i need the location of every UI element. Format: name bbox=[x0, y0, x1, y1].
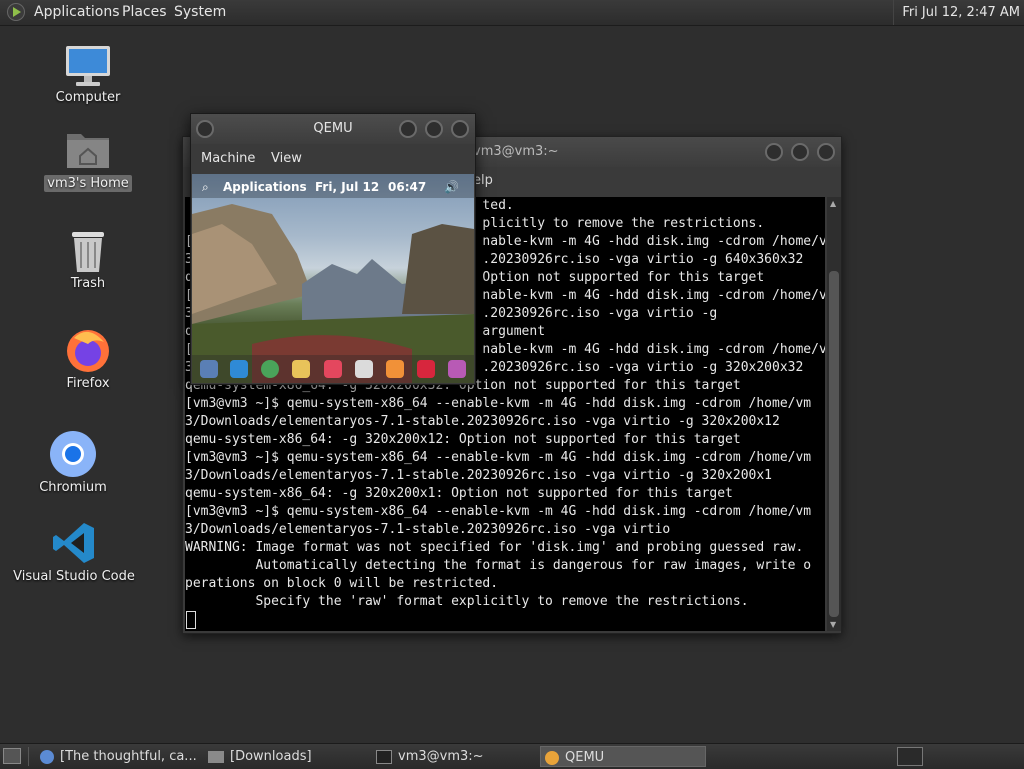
folder-icon bbox=[208, 750, 224, 763]
clock[interactable]: Fri Jul 12, 2:47 AM bbox=[893, 0, 1020, 25]
menu-view[interactable]: View bbox=[271, 151, 302, 166]
desktop-icon-vscode[interactable]: Visual Studio Code bbox=[9, 521, 139, 584]
desktop-icon-computer[interactable]: Computer bbox=[23, 44, 153, 105]
search-icon[interactable]: ⌕ bbox=[202, 180, 209, 195]
desktop-icon-label: Trash bbox=[70, 276, 106, 291]
distro-logo-icon[interactable] bbox=[7, 3, 25, 21]
guest-dock bbox=[192, 355, 474, 383]
desktop-icon-trash[interactable]: Trash bbox=[23, 228, 153, 291]
taskbar-item-downloads[interactable]: [Downloads] bbox=[204, 746, 368, 767]
desktop-icon-label: Chromium bbox=[39, 480, 107, 495]
tasks-icon[interactable] bbox=[324, 360, 342, 378]
terminal-icon bbox=[376, 749, 392, 764]
taskbar-item-qemu[interactable]: QEMU bbox=[540, 746, 706, 767]
qemu-icon bbox=[545, 750, 559, 765]
calendar-icon[interactable] bbox=[355, 360, 373, 378]
guest-time[interactable]: 06:47 bbox=[388, 180, 426, 194]
vscode-icon bbox=[52, 521, 96, 565]
workspace-switcher[interactable] bbox=[897, 747, 923, 766]
multitasking-icon[interactable] bbox=[200, 360, 218, 378]
close-button[interactable] bbox=[817, 143, 835, 161]
guest-wallpaper bbox=[192, 174, 474, 383]
desktop-icon-label: Firefox bbox=[66, 376, 110, 391]
desktop-icon-chromium[interactable]: Chromium bbox=[8, 430, 138, 495]
maximize-button[interactable] bbox=[425, 120, 443, 138]
terminal-scrollbar[interactable]: ▲ ▼ bbox=[827, 197, 841, 631]
videos-icon[interactable] bbox=[417, 360, 435, 378]
trash-icon bbox=[68, 228, 108, 274]
files-icon[interactable] bbox=[230, 360, 248, 378]
taskbar-item-label: [Downloads] bbox=[230, 749, 312, 764]
qemu-menubar: Machine View bbox=[191, 144, 475, 174]
menu-machine[interactable]: Machine bbox=[201, 151, 255, 166]
music-icon[interactable] bbox=[386, 360, 404, 378]
guest-panel: ⌕ Applications Fri, Jul 12 06:47 🔊 bbox=[192, 174, 474, 198]
qemu-window[interactable]: QEMU Machine View ⌕ Applications Fri, Ju… bbox=[190, 113, 476, 385]
taskbar-item-label: vm3@vm3:~ bbox=[398, 749, 484, 764]
taskbar-item-terminal[interactable]: vm3@vm3:~ bbox=[372, 746, 536, 767]
guest-display[interactable]: ⌕ Applications Fri, Jul 12 06:47 🔊 bbox=[192, 174, 474, 383]
taskbar-item-label: [The thoughtful, ca... bbox=[60, 749, 197, 764]
computer-icon bbox=[64, 44, 112, 90]
desktop-icon-firefox[interactable]: Firefox bbox=[23, 326, 153, 391]
guest-date[interactable]: Fri, Jul 12 bbox=[315, 180, 379, 194]
desktop-icon-label: vm3's Home bbox=[44, 175, 132, 192]
taskbar-item-browser[interactable]: [The thoughtful, ca... bbox=[36, 746, 200, 767]
minimize-button[interactable] bbox=[399, 120, 417, 138]
home-folder-icon bbox=[65, 128, 111, 170]
guest-applications[interactable]: Applications bbox=[223, 180, 307, 194]
taskbar-separator bbox=[28, 747, 29, 766]
desktop-icon-home[interactable]: vm3's Home bbox=[23, 128, 153, 192]
chromium-icon bbox=[40, 749, 54, 764]
desktop-icon-label: Computer bbox=[55, 90, 121, 105]
mail-icon[interactable] bbox=[292, 360, 310, 378]
minimize-button[interactable] bbox=[765, 143, 783, 161]
menu-places[interactable]: Places bbox=[122, 0, 167, 25]
show-desktop-icon[interactable] bbox=[3, 748, 21, 764]
chromium-icon bbox=[49, 430, 97, 478]
terminal-cursor bbox=[186, 611, 196, 629]
close-button[interactable] bbox=[451, 120, 469, 138]
maximize-button[interactable] bbox=[791, 143, 809, 161]
scroll-down-arrow-icon[interactable]: ▼ bbox=[830, 620, 836, 629]
photos-icon[interactable] bbox=[448, 360, 466, 378]
taskbar: [The thoughtful, ca... [Downloads] vm3@v… bbox=[0, 743, 1024, 769]
qemu-titlebar[interactable]: QEMU bbox=[191, 114, 475, 144]
terminal-title: vm3@vm3:~ bbox=[473, 144, 559, 159]
desktop-icon-label: Visual Studio Code bbox=[13, 569, 135, 584]
top-panel: Applications Places System Fri Jul 12, 2… bbox=[0, 0, 1024, 26]
scrollbar-thumb[interactable] bbox=[829, 271, 839, 617]
menu-applications[interactable]: Applications bbox=[34, 0, 120, 25]
volume-icon[interactable]: 🔊 bbox=[444, 180, 459, 194]
menu-system[interactable]: System bbox=[174, 0, 226, 25]
scroll-up-arrow-icon[interactable]: ▲ bbox=[830, 199, 836, 208]
firefox-icon bbox=[64, 326, 112, 374]
taskbar-item-label: QEMU bbox=[565, 750, 605, 765]
browser-icon[interactable] bbox=[261, 360, 279, 378]
